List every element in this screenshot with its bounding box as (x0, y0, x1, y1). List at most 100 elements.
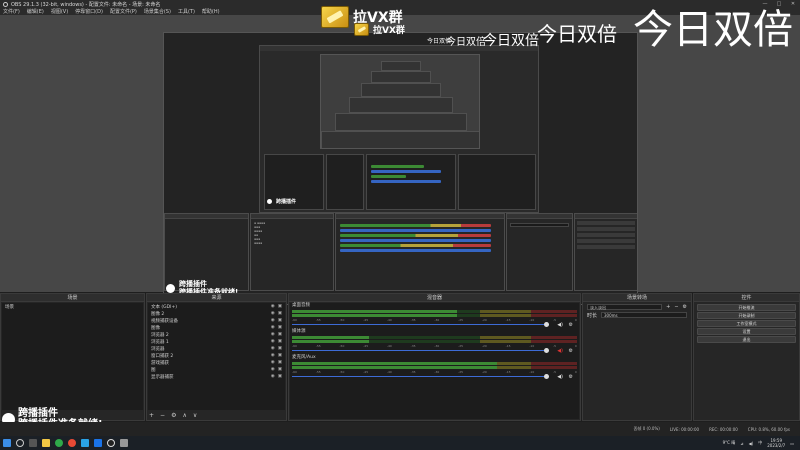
eye-icon[interactable]: ◉ (271, 332, 275, 337)
start-streaming-button[interactable]: 开始推流 (697, 304, 796, 311)
source-item[interactable]: 图像 2 ◉ ▣ (148, 310, 285, 317)
studio-mode-button[interactable]: 工作室模式 (697, 320, 796, 327)
lock-icon[interactable]: ▣ (278, 332, 282, 337)
volume-slider[interactable]: ◀) ⚙ (292, 374, 577, 380)
taskbar: 9°C 晴 ⊿ ◀) 中 19:59 2023/2/7 ▭ (0, 436, 800, 450)
controls-dock-title: 控件 (694, 294, 799, 302)
eye-icon[interactable]: ◉ (271, 325, 275, 330)
mixer-channel: 媒体源 -60 -55 -50 -45 -40 -35 -30 -25 -20 -15 -10 -5 0… (290, 329, 579, 355)
gear-icon[interactable]: ⚙ (569, 322, 573, 328)
speaker-icon[interactable]: ◀) (557, 374, 563, 380)
menu-file[interactable]: 文件(F) (3, 8, 20, 15)
volume-meter (292, 362, 577, 365)
source-item[interactable]: 图像 ◉ ▣ (148, 324, 285, 331)
volume-meter (292, 314, 577, 317)
network-icon[interactable]: ⊿ (740, 441, 743, 446)
eye-icon[interactable]: ◉ (271, 346, 275, 351)
volume-slider[interactable]: ◀) ⚙ (292, 322, 577, 328)
lock-icon[interactable]: ▣ (278, 367, 282, 372)
lock-icon[interactable]: ▣ (278, 311, 282, 316)
duration-input[interactable]: 300ms (601, 312, 687, 318)
gear-icon[interactable]: ⚙ (569, 348, 573, 354)
slider-knob[interactable] (544, 374, 549, 379)
windows-start-icon[interactable] (3, 439, 11, 447)
eye-icon[interactable]: ◉ (271, 353, 275, 358)
remove-source-button[interactable]: − (160, 412, 165, 419)
lock-icon[interactable]: ▣ (278, 346, 282, 351)
remove-transition-button[interactable]: − (674, 304, 678, 310)
app-icon[interactable] (120, 439, 128, 447)
source-item[interactable]: 浏览器 1 ◉ ▣ (148, 338, 285, 345)
eye-icon[interactable]: ◉ (271, 311, 275, 316)
gold-bar-icon (321, 6, 349, 28)
menu-edit[interactable]: 编辑(E) (27, 8, 44, 15)
move-up-button[interactable]: ∧ (182, 412, 186, 419)
source-item[interactable]: 视频捕获设备 ◉ ▣ (148, 317, 285, 324)
menu-tools[interactable]: 工具(T) (178, 8, 195, 15)
source-item[interactable]: 游戏捕获 ◉ ▣ (148, 359, 285, 366)
source-settings-button[interactable]: ⚙ (171, 412, 176, 419)
lock-icon[interactable]: ▣ (278, 374, 282, 379)
volume-meter (292, 310, 577, 313)
exit-button[interactable]: 退出 (697, 336, 796, 343)
lock-icon[interactable]: ▣ (278, 339, 282, 344)
menu-scene-collection[interactable]: 场景集合(S) (144, 8, 171, 15)
chrome-icon[interactable] (68, 439, 76, 447)
menu-docks[interactable]: 停靠窗口(D) (75, 8, 103, 15)
lock-icon[interactable]: ▣ (278, 360, 282, 365)
menu-view[interactable]: 视图(V) (51, 8, 68, 15)
source-label: 图像 2 (151, 311, 165, 317)
menu-help[interactable]: 帮助(H) (202, 8, 220, 15)
source-item[interactable]: 浏览器 2 ◉ ▣ (148, 331, 285, 338)
speaker-icon[interactable]: ◀) (557, 322, 563, 328)
source-item[interactable]: 图 ◉ ▣ (148, 366, 285, 373)
move-down-button[interactable]: ∨ (193, 412, 197, 419)
transitions-dock-title: 场景转场 (583, 294, 691, 302)
gear-icon[interactable]: ⚙ (569, 374, 573, 380)
qq-icon[interactable] (94, 439, 102, 447)
eye-icon[interactable]: ◉ (271, 339, 275, 344)
notification-icon[interactable]: ▭ (790, 441, 794, 446)
settings-button[interactable]: 设置 (697, 328, 796, 335)
eye-icon[interactable]: ◉ (271, 304, 275, 309)
eye-icon[interactable]: ◉ (271, 318, 275, 323)
meter-level (292, 366, 498, 369)
slider-knob[interactable] (544, 348, 549, 353)
input-language[interactable]: 中 (758, 440, 762, 446)
menu-profile[interactable]: 配置文件(P) (110, 8, 137, 15)
eye-icon[interactable]: ◉ (271, 374, 275, 379)
meter-level (292, 340, 369, 343)
add-transition-button[interactable]: + (666, 304, 670, 310)
source-item[interactable]: 窗口捕获 2 ◉ ▣ (148, 352, 285, 359)
volume-meter (292, 340, 577, 343)
slider-knob[interactable] (544, 322, 549, 327)
lock-icon[interactable]: ▣ (278, 353, 282, 358)
source-item[interactable]: 文本 (GDI+) ◉ ▣ (148, 303, 285, 310)
source-item[interactable]: 显示器捕获 ◉ ▣ (148, 373, 285, 380)
clock[interactable]: 19:59 2023/2/7 (767, 438, 785, 448)
weather-widget[interactable]: 9°C 晴 (723, 440, 736, 446)
transition-settings-icon[interactable]: ⚙ (683, 304, 687, 310)
lock-icon[interactable]: ▣ (278, 304, 282, 309)
preview-area[interactable]: 跨播插件 ▪ ▪▪▪▪ ▪▪▪ ▪▪▪▪ ▪▪ ▪▪▪ ▪▪▪▪ 跨播插件 跨播… (0, 6, 800, 305)
obs-taskbar-icon[interactable] (107, 439, 115, 447)
meter-level (292, 314, 458, 317)
muted-speaker-icon[interactable]: ◀) (557, 348, 563, 354)
lock-icon[interactable]: ▣ (278, 318, 282, 323)
start-recording-button[interactable]: 开始录制 (697, 312, 796, 319)
program-preview[interactable]: 跨播插件 ▪ ▪▪▪▪ ▪▪▪ ▪▪▪▪ ▪▪ ▪▪▪ ▪▪▪▪ 跨播插件 跨播… (163, 32, 638, 305)
edge-icon[interactable] (81, 439, 89, 447)
scene-item[interactable]: 场景 (2, 303, 143, 310)
search-icon[interactable] (16, 439, 24, 447)
transition-type-select[interactable]: 淡入淡出 (587, 304, 663, 310)
wechat-icon[interactable] (55, 439, 63, 447)
lock-icon[interactable]: ▣ (278, 325, 282, 330)
add-source-button[interactable]: + (149, 412, 154, 419)
task-view-icon[interactable] (29, 439, 37, 447)
eye-icon[interactable]: ◉ (271, 360, 275, 365)
eye-icon[interactable]: ◉ (271, 367, 275, 372)
volume-slider[interactable]: ◀) ⚙ (292, 348, 577, 354)
volume-icon[interactable]: ◀) (749, 441, 754, 446)
file-explorer-icon[interactable] (42, 439, 50, 447)
source-item[interactable]: 浏览器 ◉ ▣ (148, 345, 285, 352)
